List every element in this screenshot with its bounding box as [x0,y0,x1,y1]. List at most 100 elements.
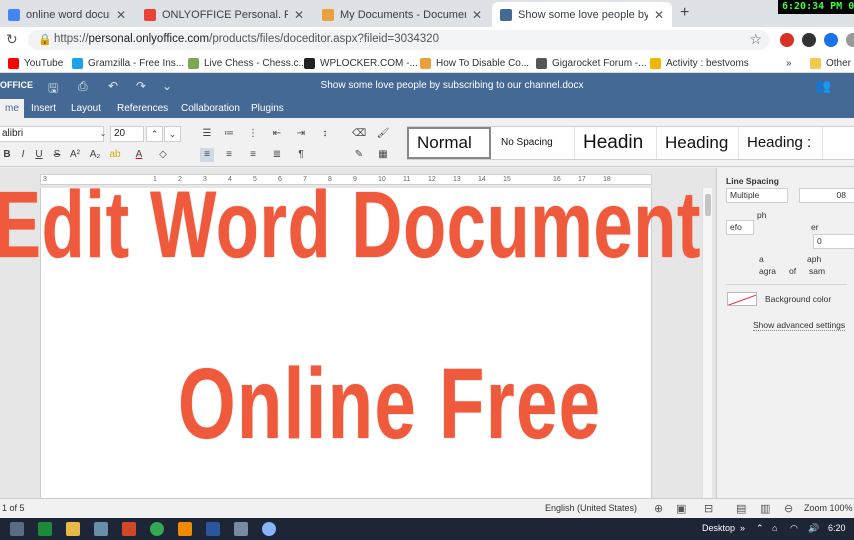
style-heading-3[interactable]: Heading : [739,127,823,159]
bold-icon[interactable]: B [0,148,14,162]
style-heading-2[interactable]: Heading [657,127,739,159]
profile-avatar-icon[interactable] [846,33,854,47]
close-tab-icon[interactable]: ✕ [654,8,664,22]
extension-icon[interactable] [802,33,816,47]
clear-style-icon[interactable]: ⌫ [352,127,366,141]
taskbar-chrome-icon[interactable] [150,522,164,536]
tray-volume-icon[interactable]: 🔊 [808,523,819,534]
bookmark-chess[interactable]: Live Chess - Chess.c... [188,56,307,70]
taskbar-keyboard-icon[interactable] [234,522,248,536]
fit-page-icon[interactable]: ▤ [736,502,746,515]
bookmark-youtube[interactable]: YouTube [8,56,63,70]
add-user-icon[interactable]: 👥 [815,78,831,94]
tab-home[interactable]: me [0,99,24,118]
bookmark-other[interactable]: Other bo [810,56,854,70]
document-language[interactable]: English (United States) [545,503,637,513]
browser-tab-active[interactable]: Show some love people by subsc ✕ [492,2,672,27]
tab-layout[interactable]: Layout [66,99,106,118]
quick-access-chevron-icon[interactable]: ⌄ [162,79,172,93]
bookmarks-overflow-button[interactable]: » [786,56,792,70]
tray-wifi-icon[interactable]: ◠ [790,523,798,534]
tab-references[interactable]: References [112,99,173,118]
extension-icon[interactable] [780,33,794,47]
show-advanced-settings-link[interactable]: Show advanced settings [753,320,846,331]
justify-icon[interactable]: ≣ [270,148,284,162]
font-name-select[interactable]: alibri [0,126,104,142]
multilevel-list-icon[interactable]: ⋮ [246,127,260,141]
tray-chevron-up-icon[interactable]: ⌃ [756,523,764,534]
taskbar-vlc-icon[interactable] [178,522,192,536]
undo-icon[interactable]: ↶ [108,79,118,93]
subscript-icon[interactable]: A₂ [88,148,102,162]
background-color-swatch[interactable] [727,292,757,306]
extension-icon[interactable] [824,33,838,47]
strikethrough-icon[interactable]: S [50,148,64,162]
style-heading-1[interactable]: Headin [575,127,657,159]
taskbar-powerpoint-icon[interactable] [122,522,136,536]
browser-tab[interactable]: online word documents edit ✕ [0,2,134,27]
new-tab-button[interactable]: + [680,4,689,22]
tray-network-icon[interactable]: ⌂ [772,523,777,533]
align-center-icon[interactable]: ≡ [222,148,236,162]
reload-icon[interactable]: ↻ [6,31,18,48]
increase-font-size-button[interactable]: ⌃ [146,126,163,142]
italic-icon[interactable]: I [16,148,30,162]
bookmark-star-icon[interactable]: ☆ [749,31,762,48]
close-tab-icon[interactable]: ✕ [116,8,126,22]
omnibox[interactable]: 🔒 https://personal.onlyoffice.com/produc… [28,30,770,50]
style-normal[interactable]: Normal [407,127,491,159]
decrease-font-size-button[interactable]: ⌄ [164,126,181,142]
bullet-list-icon[interactable]: ☰ [200,127,214,141]
copy-style-icon[interactable]: 🖌 [376,127,390,141]
bookmark-gigarocket[interactable]: Gigarocket Forum -... [536,56,646,70]
spellcheck-icon[interactable]: ▣ [676,502,686,515]
font-color-icon[interactable]: A [132,148,146,162]
increase-indent-icon[interactable]: ⇥ [294,127,308,141]
taskbar-file-explorer-icon[interactable] [66,522,80,536]
line-spacing-icon[interactable]: ↕ [318,127,332,141]
color-scheme-icon[interactable]: ▦ [376,148,390,162]
font-size-select[interactable]: 20 [110,126,144,142]
track-changes-icon[interactable]: ⊟ [704,502,713,515]
print-icon[interactable]: ⎙ [78,79,88,94]
underline-icon[interactable]: U [32,148,46,162]
taskbar-clock[interactable]: 6:20 [828,523,846,533]
tab-collaboration[interactable]: Collaboration [176,99,245,118]
desktop-toolbar-label[interactable]: Desktop [702,523,735,533]
line-spacing-select[interactable]: Multiple [726,188,788,203]
taskbar-chrome-active-icon[interactable] [262,522,276,536]
language-globe-icon[interactable]: ⊕ [654,502,663,515]
align-right-icon[interactable]: ≡ [246,148,260,162]
browser-tab[interactable]: My Documents - Documents ✕ [314,2,490,27]
scrollbar-thumb[interactable] [705,194,711,216]
save-icon[interactable]: 🖫 [48,79,58,100]
spacing-after-input[interactable]: 0 [813,234,854,249]
superscript-icon[interactable]: A² [68,148,82,162]
decrease-indent-icon[interactable]: ⇤ [270,127,284,141]
taskbar-app-icon[interactable] [94,522,108,536]
spacing-before-input[interactable]: efo [726,220,754,235]
taskbar-app-icon[interactable] [10,522,24,536]
style-no-spacing[interactable]: No Spacing [493,127,575,159]
zoom-level[interactable]: Zoom 100% [804,503,853,513]
browser-tab[interactable]: ONLYOFFICE Personal. Please act ✕ [136,2,312,27]
redo-icon[interactable]: ↷ [136,79,146,93]
bookmark-disable[interactable]: How To Disable Co... [420,56,529,70]
bookmark-activity[interactable]: Activity : bestvoms [650,56,749,70]
zoom-out-icon[interactable]: ⊖ [784,502,793,515]
align-left-icon[interactable]: ≡ [200,148,214,162]
chevron-down-icon[interactable]: ⌄ [96,127,110,141]
highlight-icon[interactable]: ab [108,148,122,162]
toolbar-overflow-icon[interactable]: » [740,523,745,533]
tab-insert[interactable]: Insert [26,99,61,118]
close-tab-icon[interactable]: ✕ [294,8,304,22]
numbered-list-icon[interactable]: ≔ [222,127,236,141]
url-text[interactable]: https://personal.onlyoffice.com/products… [54,33,439,45]
bookmark-gramzilla[interactable]: Gramzilla - Free Ins... [72,56,184,70]
tab-plugins[interactable]: Plugins [246,99,289,118]
vertical-scrollbar[interactable] [702,188,712,498]
paragraph-shading-icon[interactable]: ◇ [156,148,170,162]
fit-width-icon[interactable]: ▥ [760,502,770,515]
taskbar-excel-icon[interactable] [38,522,52,536]
format-painter-icon[interactable]: ✎ [352,148,366,162]
